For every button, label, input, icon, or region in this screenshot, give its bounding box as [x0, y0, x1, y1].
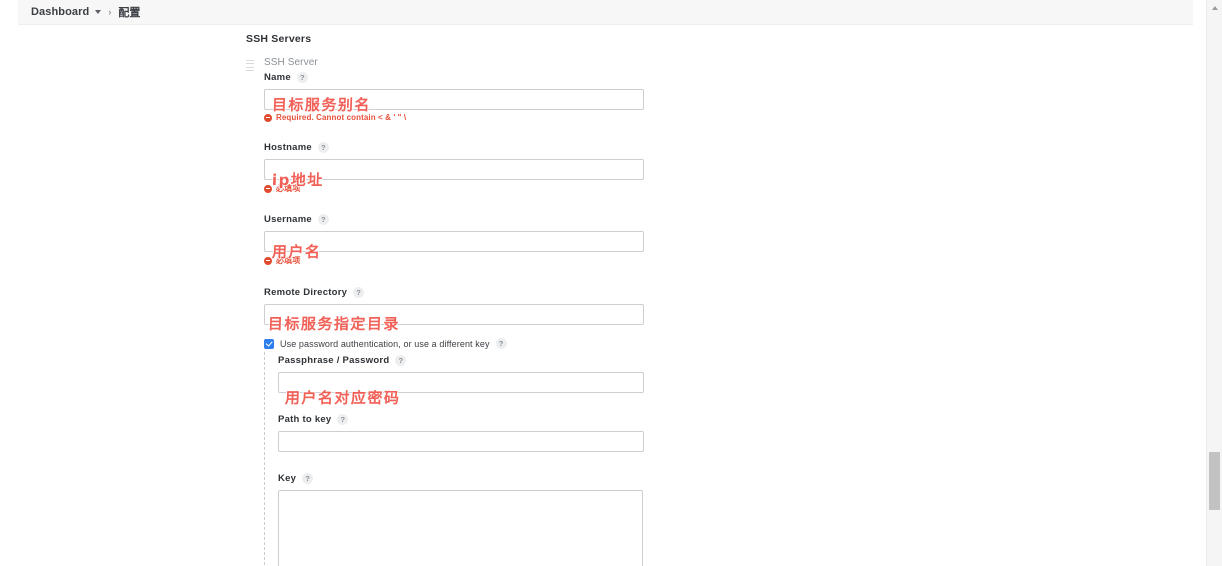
field-passphrase-label-text: Passphrase / Password	[278, 355, 390, 366]
ssh-server-entry-label: SSH Server	[264, 57, 318, 68]
username-input[interactable]	[264, 231, 644, 252]
field-username-label: Username ?	[264, 214, 666, 225]
field-remote-directory-label: Remote Directory ?	[264, 287, 666, 298]
name-input[interactable]	[264, 89, 644, 110]
field-hostname-label: Hostname ?	[264, 142, 666, 153]
help-icon[interactable]: ?	[317, 142, 329, 153]
use-password-auth-label-text: Use password authentication, or use a di…	[280, 338, 490, 349]
ssh-servers-form: SSH Servers SSH Server Name ? Required. …	[246, 33, 666, 566]
help-icon[interactable]: ?	[302, 473, 314, 484]
field-remote-directory: Remote Directory ?	[264, 287, 666, 325]
scroll-up-arrow-icon[interactable]	[1207, 1, 1222, 15]
scrollbar-thumb[interactable]	[1209, 452, 1220, 510]
breadcrumb-bar: Dashboard › 配置	[18, 0, 1193, 25]
breadcrumb-dashboard-link[interactable]: Dashboard	[31, 6, 89, 18]
key-textarea[interactable]	[278, 490, 643, 566]
ssh-server-entry: SSH Server Name ? Required. Cannot conta…	[246, 57, 666, 566]
field-name-label-text: Name	[264, 72, 291, 83]
username-error-message: 必填项	[264, 255, 666, 266]
drag-handle-icon[interactable]	[246, 60, 254, 71]
app-window: Dashboard › 配置 SSH Servers SSH Server Na…	[0, 0, 1222, 566]
error-icon	[264, 256, 272, 265]
hostname-error-text: 必填项	[276, 184, 301, 193]
help-icon[interactable]: ?	[353, 287, 365, 298]
remote-directory-input[interactable]	[264, 304, 644, 325]
hostname-input[interactable]	[264, 159, 644, 180]
use-password-auth-row[interactable]: Use password authentication, or use a di…	[264, 338, 666, 349]
error-icon	[264, 184, 272, 193]
vertical-scrollbar[interactable]	[1206, 0, 1222, 566]
page-title: SSH Servers	[246, 33, 312, 45]
help-icon[interactable]: ?	[317, 214, 329, 225]
help-icon[interactable]: ?	[495, 338, 507, 349]
use-password-auth-checkbox[interactable]	[264, 338, 274, 349]
use-password-auth-label[interactable]: Use password authentication, or use a di…	[280, 338, 507, 349]
field-name: Name ? Required. Cannot contain < & ' " …	[264, 72, 666, 122]
field-path-to-key-label-text: Path to key	[278, 414, 332, 425]
error-icon	[264, 113, 272, 122]
breadcrumb-separator-icon: ›	[108, 7, 112, 17]
field-remote-directory-label-text: Remote Directory	[264, 287, 348, 298]
breadcrumb: Dashboard › 配置	[31, 4, 140, 20]
name-error-text: Required. Cannot contain < & ' " \	[276, 113, 407, 122]
path-to-key-input[interactable]	[278, 431, 644, 452]
password-auth-section: Use password authentication, or use a di…	[264, 338, 666, 566]
field-key-label-text: Key	[278, 473, 297, 484]
help-icon[interactable]: ?	[296, 72, 308, 83]
field-passphrase: Passphrase / Password ?	[278, 355, 666, 393]
field-hostname-label-text: Hostname	[264, 142, 312, 153]
help-icon[interactable]: ?	[395, 355, 407, 366]
chevron-down-icon[interactable]	[95, 10, 102, 14]
name-error-message: Required. Cannot contain < & ' " \	[264, 113, 666, 122]
field-key-label: Key ?	[278, 473, 666, 484]
username-error-text: 必填项	[276, 256, 301, 265]
field-path-to-key: Path to key ?	[278, 414, 666, 452]
field-username-label-text: Username	[264, 214, 312, 225]
field-hostname: Hostname ? 必填项	[264, 142, 666, 194]
field-key: Key ?	[278, 473, 666, 566]
field-name-label: Name ?	[264, 72, 666, 83]
breadcrumb-current-page: 配置	[118, 7, 141, 19]
passphrase-input[interactable]	[278, 372, 644, 393]
help-icon[interactable]: ?	[337, 414, 349, 425]
field-passphrase-label: Passphrase / Password ?	[278, 355, 666, 366]
hostname-error-message: 必填项	[264, 183, 666, 194]
field-username: Username ? 必填项	[264, 214, 666, 266]
field-path-to-key-label: Path to key ?	[278, 414, 666, 425]
